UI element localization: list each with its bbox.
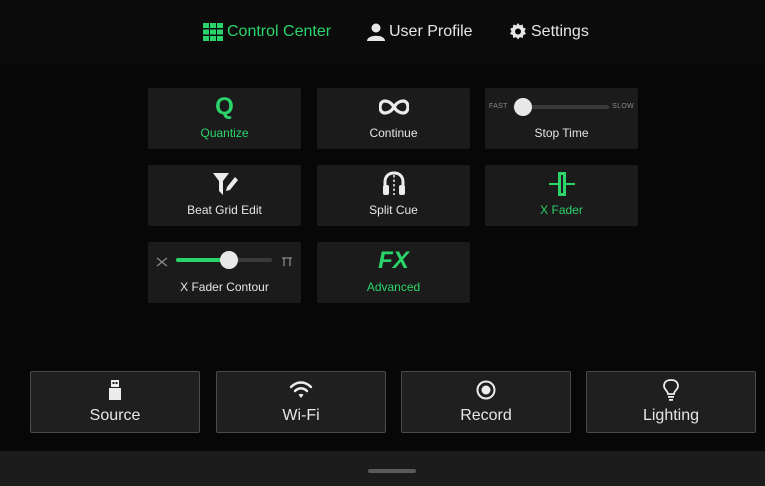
x-fader-tile[interactable]: X Fader <box>485 165 638 226</box>
fx-icon: FX <box>378 247 409 274</box>
wifi-label: Wi-Fi <box>282 407 320 424</box>
stop-time-tile: FAST SLOW Stop Time <box>485 88 638 149</box>
user-icon <box>367 23 385 41</box>
contour-slider-knob[interactable] <box>219 251 238 269</box>
bottom-bar <box>0 451 765 486</box>
tab-label: Control Center <box>227 23 332 40</box>
stop-time-max-label: SLOW <box>612 103 634 110</box>
curve-x-icon <box>156 254 168 272</box>
split-cue-tile[interactable]: Split Cue <box>317 165 470 226</box>
tab-label: Settings <box>531 23 589 40</box>
tab-label: User Profile <box>389 23 473 40</box>
quantize-label: Quantize <box>200 126 249 140</box>
continue-tile[interactable]: Continue <box>317 88 470 149</box>
gear-icon <box>509 23 527 41</box>
x-fader-contour-label: X Fader Contour <box>180 280 269 294</box>
stop-time-min-label: FAST <box>489 103 508 110</box>
curve-cut-icon <box>281 254 293 272</box>
usb-icon <box>31 379 199 401</box>
x-fader-label: X Fader <box>540 203 583 217</box>
fx-advanced-tile[interactable]: FX Advanced <box>317 242 470 303</box>
record-label: Record <box>460 407 512 424</box>
lighting-button[interactable]: Lighting <box>586 371 756 433</box>
source-button[interactable]: Source <box>30 371 200 433</box>
beat-grid-edit-label: Beat Grid Edit <box>187 203 262 217</box>
quantize-icon: Q <box>215 93 234 120</box>
split-cue-label: Split Cue <box>369 203 418 217</box>
grid-icon <box>203 23 223 41</box>
wifi-icon <box>217 379 385 401</box>
quantize-tile[interactable]: Q Quantize <box>148 88 301 149</box>
record-icon <box>402 379 570 401</box>
continue-label: Continue <box>369 126 418 140</box>
x-fader-contour-tile: X Fader Contour <box>148 242 301 303</box>
tab-user-profile[interactable]: User Profile <box>367 18 473 46</box>
source-label: Source <box>89 407 141 424</box>
fx-advanced-label: Advanced <box>366 280 421 294</box>
top-tab-bar: Control Center User Profile Settings <box>0 0 765 64</box>
tab-control-center[interactable]: Control Center <box>203 18 331 46</box>
headphones-icon <box>317 170 470 198</box>
infinity-icon <box>317 93 470 121</box>
stop-time-label: Stop Time <box>534 126 589 140</box>
wifi-button[interactable]: Wi-Fi <box>216 371 386 433</box>
stop-time-slider-knob[interactable] <box>513 98 532 116</box>
beat-grid-edit-tile[interactable]: Beat Grid Edit <box>148 165 301 226</box>
lighting-label: Lighting <box>642 407 700 424</box>
tab-settings[interactable]: Settings <box>509 18 589 46</box>
drag-handle[interactable] <box>368 469 416 473</box>
bulb-icon <box>587 379 755 401</box>
grid-edit-icon <box>148 170 301 198</box>
record-button[interactable]: Record <box>401 371 571 433</box>
control-center-screen: Control Center User Profile Settings Q Q… <box>0 0 765 486</box>
crossfader-icon <box>485 170 638 198</box>
